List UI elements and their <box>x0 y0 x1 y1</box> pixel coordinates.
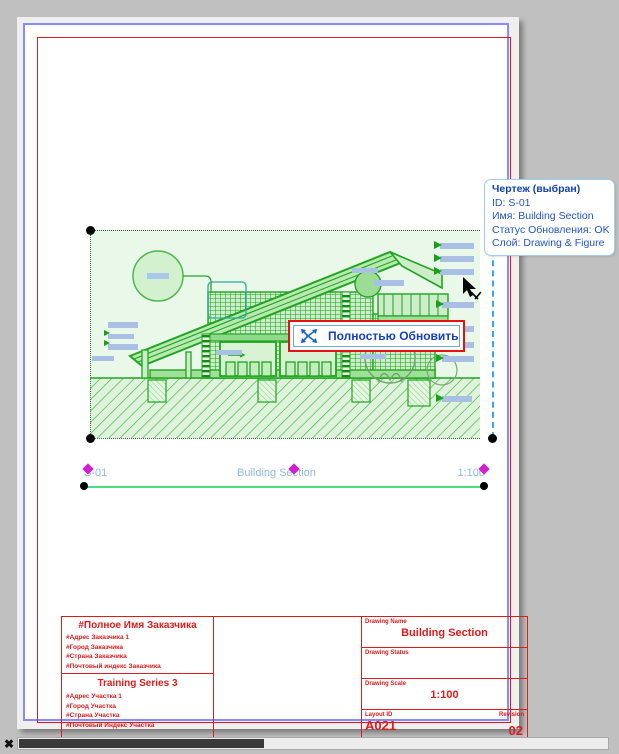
selection-frame-bottom <box>90 438 480 439</box>
revision-caption: Revision <box>498 712 524 718</box>
drawing-name-cell: Drawing Name Building Section <box>362 617 527 648</box>
client-address-line: #Адрес Заказчика 1 <box>66 634 130 641</box>
client-postcode-line: #Почтовый индекс Заказчика <box>66 662 161 670</box>
tooltip-layer: Слой: Drawing & Figure <box>492 237 605 249</box>
drawing-title-label-row[interactable]: S-01 Building Section 1:100 <box>72 463 497 493</box>
selection-handle-bottom-right[interactable] <box>488 434 497 443</box>
horizontal-scrollbar[interactable] <box>17 737 609 750</box>
title-block-blank-column <box>214 617 362 739</box>
drawing-name-label: Building Section <box>237 467 316 479</box>
refresh-all-arrows-icon <box>301 329 317 343</box>
tooltip-update-status: Статус Обновления: OK <box>492 223 609 236</box>
label-endpoint-left[interactable] <box>80 482 88 490</box>
drawing-name-caption: Drawing Name <box>365 619 407 625</box>
project-postcode-line: #Почтовый Индекс Участка <box>66 721 155 729</box>
project-name: Training Series 3 <box>97 678 178 689</box>
scrollbar-thumb[interactable] <box>19 739 264 748</box>
selection-frame-left <box>90 230 91 438</box>
layout-id-cell: Layout ID Revision A021 02 <box>362 710 527 739</box>
drawing-info-tooltip: Чертеж (выбран) ID: S-01 Имя: Building S… <box>484 179 615 256</box>
revision-value: 02 <box>508 723 523 738</box>
selection-resize-edge[interactable] <box>492 230 494 438</box>
drawing-scale-value: 1:100 <box>430 689 459 701</box>
client-name: #Полное Имя Заказчика <box>78 620 197 631</box>
drawing-scale-caption: Drawing Scale <box>365 681 407 687</box>
selection-handle-bottom-left[interactable] <box>86 434 95 443</box>
context-menu-item-update-all[interactable]: Полностью Обновить <box>293 325 460 347</box>
client-city-line: #Город Заказчика <box>66 643 123 651</box>
tooltip-title: Чертеж (выбран) <box>492 183 581 195</box>
drawing-scale-cell: Drawing Scale 1:100 <box>362 679 527 710</box>
close-icon[interactable]: ✖ <box>4 738 14 751</box>
arrow-move-cursor <box>463 277 482 300</box>
project-country-line: #Страна Участка <box>66 712 120 719</box>
project-city-line: #Город Участка <box>66 702 116 710</box>
selection-handle-top-left[interactable] <box>86 226 95 235</box>
client-country-line: #Страна Заказчика <box>66 653 127 660</box>
page-sheet: S-01 Building Section 1:100 #Полное Имя … <box>17 17 528 740</box>
title-block: #Полное Имя Заказчика #Адрес Заказчика 1… <box>61 616 528 740</box>
drawing-status-value <box>362 656 527 658</box>
drawing-title-underline <box>84 486 484 488</box>
drawing-name-value: Building Section <box>401 627 488 639</box>
title-block-info-column: Drawing Name Building Section Drawing St… <box>362 617 527 739</box>
selection-frame-top <box>90 230 480 231</box>
context-menu-label: Полностью Обновить <box>328 329 459 343</box>
title-block-client-column: #Полное Имя Заказчика #Адрес Заказчика 1… <box>62 617 214 739</box>
tooltip-id: ID: S-01 <box>492 196 531 209</box>
drawing-status-cell: Drawing Status <box>362 648 527 679</box>
project-address-line: #Адрес Участка 1 <box>66 693 122 700</box>
layout-id-value: A021 <box>365 718 397 733</box>
tooltip-name: Имя: Building Section <box>492 210 594 222</box>
context-menu[interactable]: Полностью Обновить <box>288 320 465 352</box>
drawing-status-caption: Drawing Status <box>365 650 409 656</box>
page-boundary: S-01 Building Section 1:100 #Полное Имя … <box>23 23 528 740</box>
label-endpoint-right[interactable] <box>480 482 488 490</box>
